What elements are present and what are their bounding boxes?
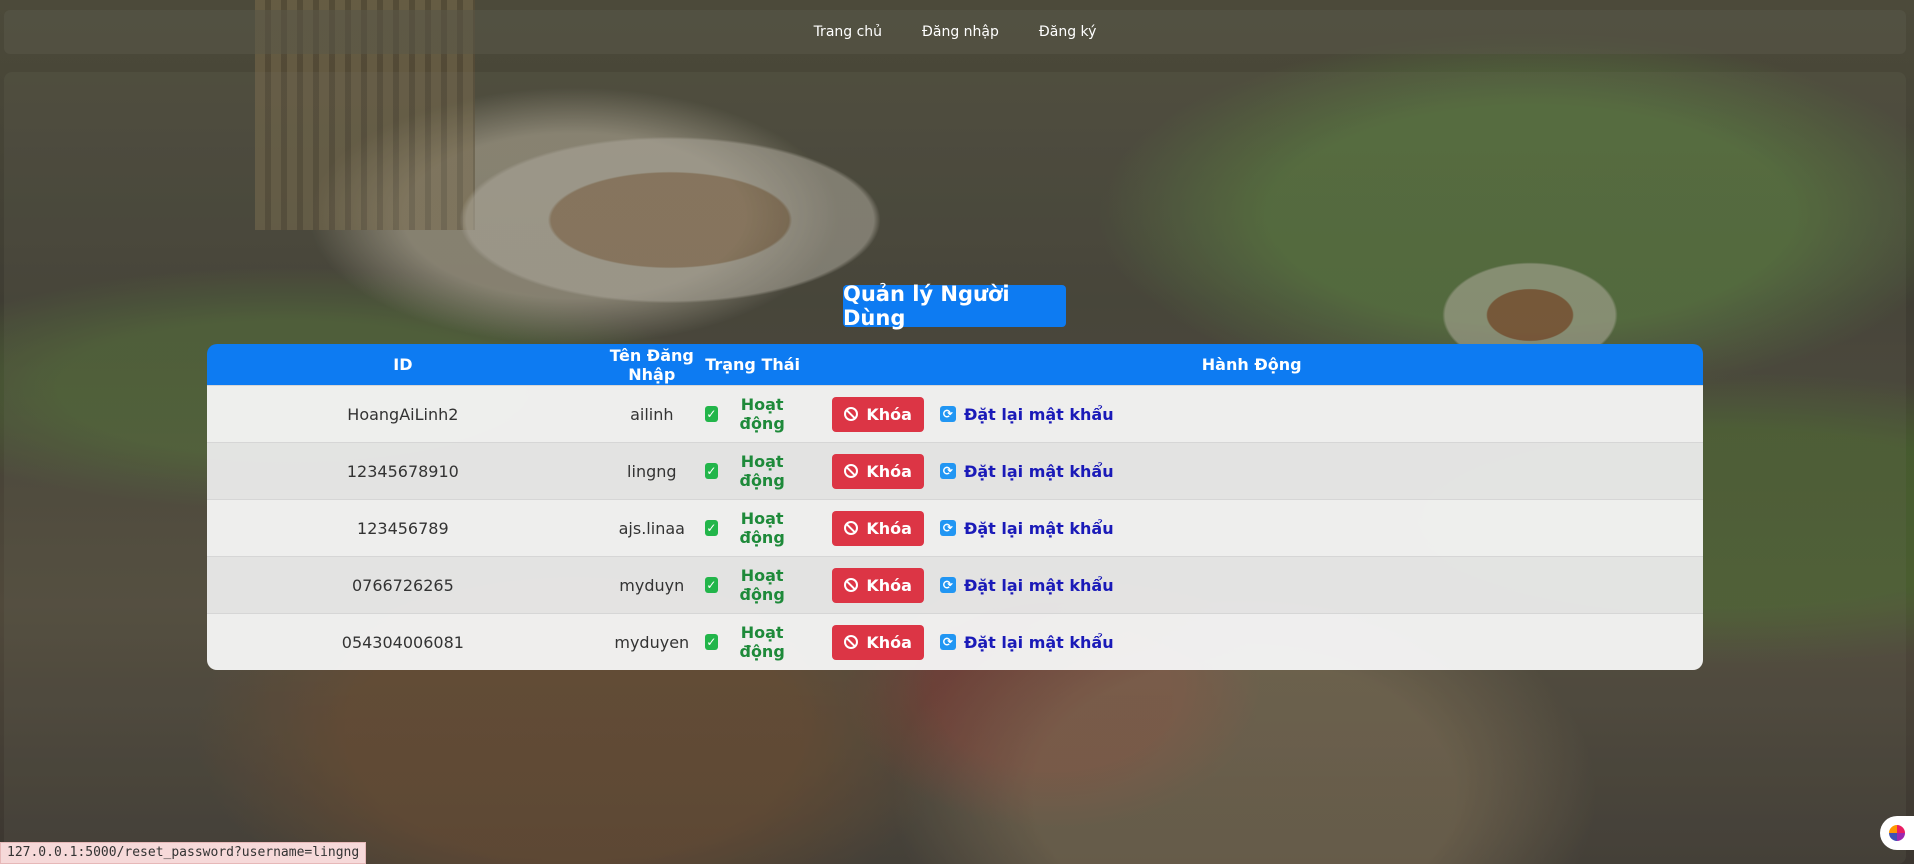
assistant-icon	[1889, 825, 1905, 841]
cell-status: ✓ Hoạt động	[704, 556, 801, 613]
refresh-icon: ⟳	[939, 520, 956, 536]
lock-button[interactable]: Khóa	[832, 510, 924, 546]
table-row: 123456789 ajs.linaa ✓ Hoạt động Khóa ⟳ Đ…	[207, 499, 1703, 556]
ban-icon	[844, 578, 859, 592]
cell-actions: Khóa ⟳ Đặt lại mật khẩu	[800, 499, 1703, 556]
check-square-icon: ✓	[704, 634, 718, 650]
reset-password-link[interactable]: ⟳ Đặt lại mật khẩu	[939, 632, 1114, 652]
table-row: HoangAiLinh2 ailinh ✓ Hoạt động Khóa ⟳ Đ…	[207, 385, 1703, 442]
lock-button[interactable]: Khóa	[832, 396, 924, 432]
nav-login[interactable]: Đăng nhập	[922, 24, 999, 40]
table-row: 0766726265 myduyn ✓ Hoạt động Khóa ⟳ Đặt…	[207, 556, 1703, 613]
status-badge: ✓ Hoạt động	[704, 452, 800, 490]
check-square-icon: ✓	[704, 520, 718, 536]
lock-button[interactable]: Khóa	[832, 624, 924, 660]
ban-icon	[844, 407, 859, 421]
cell-username: myduyn	[598, 556, 705, 613]
cell-id: HoangAiLinh2	[207, 385, 599, 442]
refresh-icon: ⟳	[939, 406, 956, 422]
ban-icon	[844, 635, 859, 649]
reset-label: Đặt lại mật khẩu	[963, 575, 1114, 595]
cell-id: 0766726265	[207, 556, 599, 613]
cell-actions: Khóa ⟳ Đặt lại mật khẩu	[800, 385, 1703, 442]
nav-register[interactable]: Đăng ký	[1039, 24, 1097, 40]
refresh-icon: ⟳	[939, 634, 956, 650]
cell-username: ailinh	[598, 385, 705, 442]
status-badge: ✓ Hoạt động	[704, 566, 800, 604]
cell-status: ✓ Hoạt động	[704, 613, 801, 670]
status-label: Hoạt động	[739, 623, 785, 661]
status-badge: ✓ Hoạt động	[704, 509, 800, 547]
browser-status-url: 127.0.0.1:5000/reset_password?username=l…	[0, 842, 367, 864]
top-navbar: Trang chủ Đăng nhập Đăng ký	[4, 10, 1906, 54]
reset-label: Đặt lại mật khẩu	[963, 461, 1114, 481]
lock-label: Khóa	[866, 632, 912, 652]
header-username: Tên Đăng Nhập	[598, 344, 705, 385]
cell-username: ajs.linaa	[598, 499, 705, 556]
status-badge: ✓ Hoạt động	[704, 395, 800, 433]
users-table: ID Tên Đăng Nhập Trạng Thái Hành Động Ho…	[207, 344, 1703, 670]
status-label: Hoạt động	[739, 566, 785, 604]
cell-actions: Khóa ⟳ Đặt lại mật khẩu	[800, 613, 1703, 670]
reset-label: Đặt lại mật khẩu	[963, 404, 1114, 424]
table-row: 054304006081 myduyen ✓ Hoạt động Khóa ⟳ …	[207, 613, 1703, 670]
cell-status: ✓ Hoạt động	[704, 499, 801, 556]
cell-status: ✓ Hoạt động	[704, 442, 801, 499]
table-row: 12345678910 lingng ✓ Hoạt động Khóa ⟳ Đặ…	[207, 442, 1703, 499]
check-square-icon: ✓	[704, 577, 718, 593]
reset-password-link[interactable]: ⟳ Đặt lại mật khẩu	[939, 461, 1114, 481]
cell-actions: Khóa ⟳ Đặt lại mật khẩu	[800, 556, 1703, 613]
status-label: Hoạt động	[739, 395, 785, 433]
header-status: Trạng Thái	[704, 344, 801, 385]
header-actions: Hành Động	[800, 344, 1703, 385]
cell-username: myduyen	[598, 613, 705, 670]
lock-button[interactable]: Khóa	[832, 453, 924, 489]
reset-password-link[interactable]: ⟳ Đặt lại mật khẩu	[939, 518, 1114, 538]
cell-id: 12345678910	[207, 442, 599, 499]
lock-label: Khóa	[866, 404, 912, 424]
ban-icon	[844, 521, 859, 535]
cell-status: ✓ Hoạt động	[704, 385, 801, 442]
ban-icon	[844, 464, 859, 478]
cell-id: 054304006081	[207, 613, 599, 670]
check-square-icon: ✓	[704, 406, 718, 422]
status-label: Hoạt động	[739, 452, 785, 490]
cell-id: 123456789	[207, 499, 599, 556]
reset-label: Đặt lại mật khẩu	[963, 518, 1114, 538]
assistant-widget[interactable]	[1880, 816, 1914, 850]
lock-label: Khóa	[866, 518, 912, 538]
table-header-row: ID Tên Đăng Nhập Trạng Thái Hành Động	[207, 344, 1703, 385]
header-id: ID	[207, 344, 599, 385]
reset-label: Đặt lại mật khẩu	[963, 632, 1114, 652]
status-label: Hoạt động	[739, 509, 785, 547]
cell-username: lingng	[598, 442, 705, 499]
lock-label: Khóa	[866, 461, 912, 481]
lock-button[interactable]: Khóa	[832, 567, 924, 603]
nav-home[interactable]: Trang chủ	[814, 24, 882, 40]
reset-password-link[interactable]: ⟳ Đặt lại mật khẩu	[939, 404, 1114, 424]
page-title: Quản lý Người Dùng	[843, 282, 1066, 330]
status-badge: ✓ Hoạt động	[704, 623, 800, 661]
reset-password-link[interactable]: ⟳ Đặt lại mật khẩu	[939, 575, 1114, 595]
cell-actions: Khóa ⟳ Đặt lại mật khẩu	[800, 442, 1703, 499]
refresh-icon: ⟳	[939, 463, 956, 479]
refresh-icon: ⟳	[939, 577, 956, 593]
check-square-icon: ✓	[704, 463, 718, 479]
lock-label: Khóa	[866, 575, 912, 595]
